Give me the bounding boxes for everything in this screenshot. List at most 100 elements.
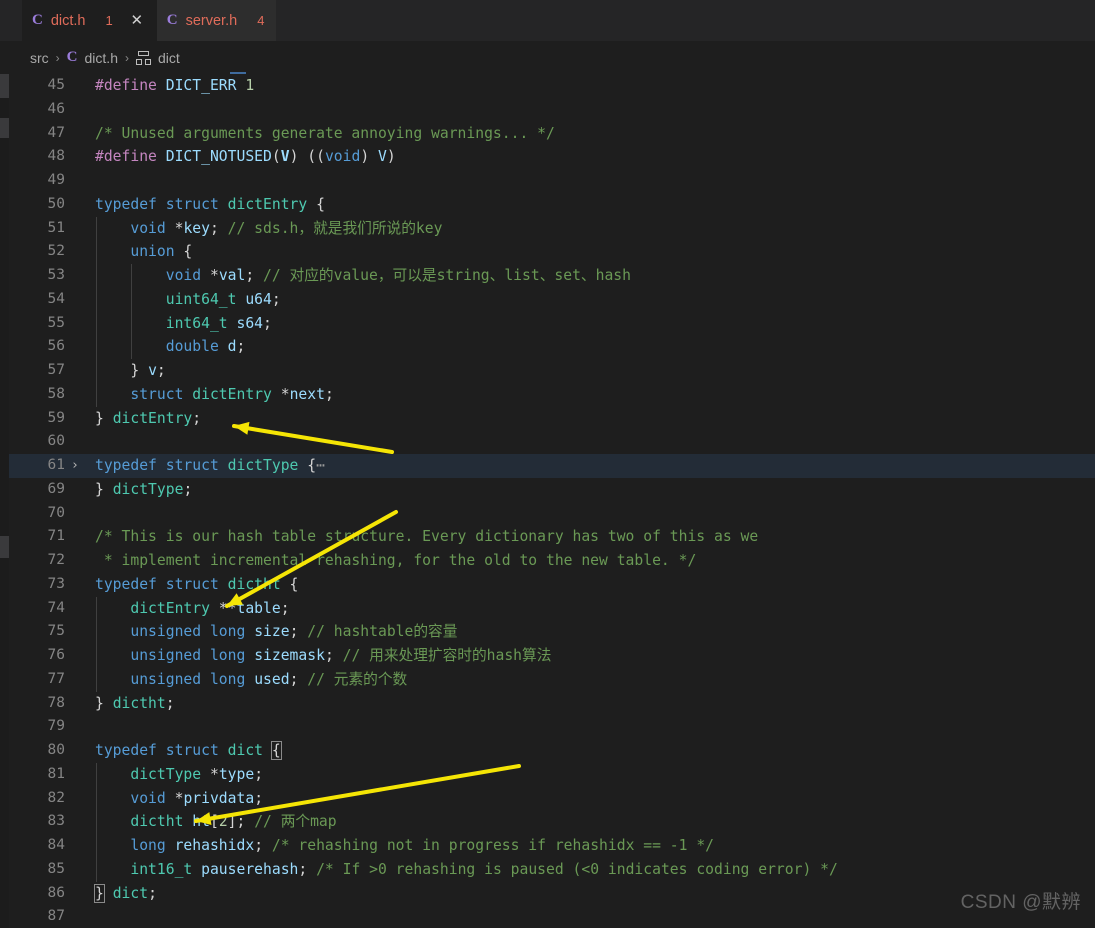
- editor-overview-strip[interactable]: [0, 74, 9, 928]
- line-number: 85: [47, 860, 65, 877]
- line-number: 78: [47, 694, 65, 711]
- chevron-right-icon: ›: [55, 50, 60, 65]
- code-line[interactable]: 80 typedef struct dict {: [9, 739, 1095, 763]
- code-line[interactable]: 56 double d;: [9, 335, 1095, 359]
- code-line[interactable]: 47 /* Unused arguments generate annoying …: [9, 122, 1095, 146]
- code-line[interactable]: 81 dictType *type;: [9, 762, 1095, 787]
- line-number: 46: [47, 100, 65, 117]
- code-text: } dict;: [94, 883, 157, 903]
- line-number: 87: [47, 908, 65, 925]
- code-text: void *privdata;: [130, 789, 264, 807]
- code-line[interactable]: 70: [9, 502, 1095, 526]
- code-text: int16_t pauserehash; /* If >0 rehashing …: [130, 860, 838, 878]
- code-line[interactable]: 85 int16_t pauserehash; /* If >0 rehashi…: [9, 857, 1095, 882]
- breadcrumb-item-src[interactable]: src: [30, 50, 49, 66]
- code-line[interactable]: 61 › typedef struct dictType {⋯: [9, 454, 1095, 478]
- tab-title: server.h: [185, 12, 238, 29]
- code-line[interactable]: 57 } v;: [9, 359, 1095, 383]
- code-line[interactable]: 45 #define DICT_ERR 1: [9, 74, 1095, 98]
- code-line[interactable]: 59 } dictEntry;: [9, 407, 1095, 431]
- code-line[interactable]: 79: [9, 715, 1095, 739]
- line-number: 69: [47, 480, 65, 497]
- tab-bar: C dict.h 1 ✕ C server.h 4: [0, 0, 1095, 41]
- code-editor-area[interactable]: 45 #define DICT_ERR 1 46 47 /* Unused argume…: [9, 74, 1095, 928]
- line-number: 76: [47, 647, 65, 663]
- code-text: int64_t s64;: [165, 314, 272, 332]
- code-text: typedef struct dictEntry {: [95, 195, 325, 213]
- code-text: } dictEntry;: [95, 409, 202, 427]
- tab-bar-empty-area: [276, 0, 1095, 41]
- line-number: 45: [47, 77, 65, 93]
- code-text: union {: [130, 243, 193, 261]
- code-line[interactable]: 83 dictht ht[2]; // 两个map: [9, 810, 1095, 834]
- code-line[interactable]: 87: [9, 905, 1095, 928]
- overview-marker: [0, 74, 9, 98]
- code-line[interactable]: 60: [9, 430, 1095, 454]
- code-text: #define DICT_NOTUSED(V) ((void) V): [95, 148, 396, 166]
- code-line[interactable]: 52 union {: [9, 240, 1095, 264]
- tab-dict-h[interactable]: C dict.h 1 ✕: [22, 0, 157, 41]
- code-line[interactable]: 58 struct dictEntry *next;: [9, 382, 1095, 407]
- code-line[interactable]: 77 unsigned long used; // 元素的个数: [9, 667, 1095, 692]
- code-line[interactable]: 51 void *key; // sds.h，就是我们所说的key: [9, 216, 1095, 241]
- fold-chevron-icon[interactable]: ›: [71, 454, 83, 478]
- code-text: typedef struct dict {: [95, 741, 282, 760]
- code-line[interactable]: 49: [9, 169, 1095, 193]
- code-line[interactable]: 50 typedef struct dictEntry {: [9, 193, 1095, 217]
- code-line[interactable]: 86 } dict;: [9, 882, 1095, 906]
- breadcrumb-item-symbol[interactable]: dict: [158, 50, 180, 66]
- close-icon[interactable]: ✕: [129, 13, 145, 28]
- line-number: 55: [47, 314, 65, 331]
- line-number: 75: [47, 623, 65, 640]
- code-line[interactable]: 76 unsigned long sizemask; // 用来处理扩容时的ha…: [9, 644, 1095, 668]
- code-line[interactable]: 48 #define DICT_NOTUSED(V) ((void) V): [9, 145, 1095, 169]
- tab-problem-count: 4: [257, 13, 265, 28]
- code-line[interactable]: 73 typedef struct dictht {: [9, 573, 1095, 597]
- line-number: 74: [47, 599, 65, 616]
- tab-bar-left-pad: [0, 0, 22, 41]
- watermark: CSDN @默辨: [960, 892, 1081, 913]
- code-text: void *key; // sds.h，就是我们所说的key: [130, 219, 443, 237]
- code-text: uint64_t u64;: [165, 290, 281, 308]
- code-line[interactable]: 78 } dictht;: [9, 692, 1095, 716]
- line-number: 59: [47, 409, 65, 426]
- line-number: 54: [47, 290, 65, 307]
- line-number: 56: [47, 338, 65, 355]
- code-line[interactable]: 84 long rehashidx; /* rehashing not in p…: [9, 834, 1095, 858]
- c-language-icon: C: [66, 49, 78, 65]
- code-line[interactable]: 72 * implement incremental rehashing, fo…: [9, 549, 1095, 573]
- code-line[interactable]: 69} dictType;: [9, 478, 1095, 502]
- code-line[interactable]: 82 void *privdata;: [9, 786, 1095, 811]
- line-number: 50: [47, 195, 65, 212]
- code-text: } dictht;: [95, 694, 175, 712]
- line-number: 60: [47, 433, 65, 450]
- line-number: 80: [47, 742, 65, 758]
- overview-marker: [0, 118, 9, 138]
- line-number: 81: [47, 765, 65, 782]
- code-text: double d;: [165, 338, 246, 356]
- code-line[interactable]: 53 void *val; // 对应的value，可以是string、list…: [9, 264, 1095, 288]
- line-number: 79: [47, 718, 65, 735]
- code-text: typedef struct dictType {⋯: [95, 457, 325, 474]
- line-number: 72: [47, 552, 65, 568]
- tab-title: dict.h: [50, 12, 86, 29]
- code-line[interactable]: 46: [9, 98, 1095, 122]
- code-line[interactable]: 71 /* This is our hash table structure. E…: [9, 525, 1095, 549]
- code-text: unsigned long size; // hashtable的容量: [130, 623, 458, 641]
- code-text: typedef struct dictht {: [95, 575, 299, 593]
- line-number: 86: [47, 884, 65, 901]
- c-language-icon: C: [32, 12, 43, 28]
- code-line[interactable]: 54 uint64_t u64;: [9, 287, 1095, 312]
- code-line[interactable]: 75 unsigned long size; // hashtable的容量: [9, 620, 1095, 644]
- code-line[interactable]: 74 dictEntry **table;: [9, 596, 1095, 621]
- code-text: } v;: [95, 362, 166, 379]
- code-text: * implement incremental rehashing, for t…: [95, 552, 697, 569]
- code-text: /* This is our hash table structure. Eve…: [95, 528, 759, 546]
- line-number: 47: [47, 124, 65, 141]
- line-number: 53: [47, 267, 65, 283]
- breadcrumb-item-file[interactable]: dict.h: [85, 50, 118, 66]
- tab-server-h[interactable]: C server.h 4: [156, 0, 277, 41]
- breadcrumb: src › C dict.h › dict: [0, 41, 1095, 74]
- code-line[interactable]: 55 int64_t s64;: [9, 311, 1095, 336]
- struct-icon: [135, 50, 151, 65]
